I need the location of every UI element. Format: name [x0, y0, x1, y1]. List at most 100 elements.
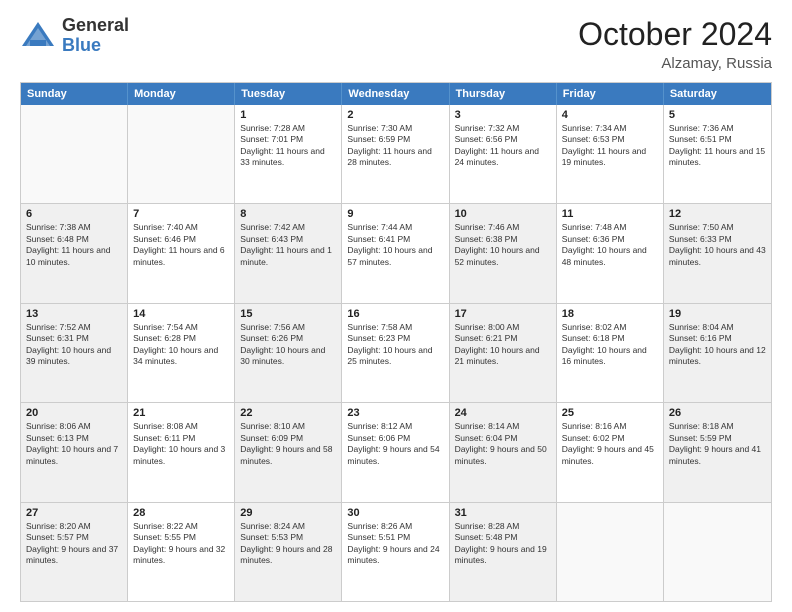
calendar-cell-19: 19 Sunrise: 8:04 AM Sunset: 6:16 PM Dayli…	[664, 304, 771, 402]
day-detail: Sunrise: 8:28 AM Sunset: 5:48 PM Dayligh…	[455, 521, 551, 567]
day-number: 7	[133, 208, 229, 220]
day-detail: Sunrise: 7:54 AM Sunset: 6:28 PM Dayligh…	[133, 322, 229, 368]
calendar-cell-23: 23 Sunrise: 8:12 AM Sunset: 6:06 PM Dayli…	[342, 403, 449, 501]
day-number: 22	[240, 407, 336, 419]
calendar-cell-27: 27 Sunrise: 8:20 AM Sunset: 5:57 PM Dayli…	[21, 503, 128, 601]
day-number: 14	[133, 308, 229, 320]
calendar-cell-4: 4 Sunrise: 7:34 AM Sunset: 6:53 PM Daylig…	[557, 105, 664, 203]
day-detail: Sunrise: 8:24 AM Sunset: 5:53 PM Dayligh…	[240, 521, 336, 567]
day-detail: Sunrise: 8:06 AM Sunset: 6:13 PM Dayligh…	[26, 421, 122, 467]
day-number: 2	[347, 109, 443, 121]
day-number: 17	[455, 308, 551, 320]
calendar-cell-15: 15 Sunrise: 7:56 AM Sunset: 6:26 PM Dayli…	[235, 304, 342, 402]
day-number: 29	[240, 507, 336, 519]
calendar-cell-11: 11Sunrise: 7:48 AM Sunset: 6:36 PM Dayli…	[557, 204, 664, 302]
header-day-tuesday: Tuesday	[235, 83, 342, 105]
calendar-cell-6: 6 Sunrise: 7:38 AM Sunset: 6:48 PM Daylig…	[21, 204, 128, 302]
calendar-cell-29: 29 Sunrise: 8:24 AM Sunset: 5:53 PM Dayli…	[235, 503, 342, 601]
day-detail: Sunrise: 7:30 AM Sunset: 6:59 PM Dayligh…	[347, 123, 443, 169]
calendar-cell-2: 2 Sunrise: 7:30 AM Sunset: 6:59 PM Daylig…	[342, 105, 449, 203]
day-number: 9	[347, 208, 443, 220]
header: General Blue October 2024 Alzamay, Russi…	[20, 16, 772, 72]
calendar-cell-9: 9 Sunrise: 7:44 AM Sunset: 6:41 PM Daylig…	[342, 204, 449, 302]
day-number: 24	[455, 407, 551, 419]
day-number: 10	[455, 208, 551, 220]
header-day-wednesday: Wednesday	[342, 83, 449, 105]
calendar-cell-21: 21 Sunrise: 8:08 AM Sunset: 6:11 PM Dayli…	[128, 403, 235, 501]
header-day-sunday: Sunday	[21, 83, 128, 105]
header-day-saturday: Saturday	[664, 83, 771, 105]
day-detail: Sunrise: 7:42 AM Sunset: 6:43 PM Dayligh…	[240, 222, 336, 268]
day-detail: Sunrise: 8:12 AM Sunset: 6:06 PM Dayligh…	[347, 421, 443, 467]
day-number: 20	[26, 407, 122, 419]
calendar-header: SundayMondayTuesdayWednesdayThursdayFrid…	[21, 83, 771, 105]
calendar-body: 1 Sunrise: 7:28 AM Sunset: 7:01 PM Daylig…	[21, 105, 771, 601]
calendar-cell-25: 25Sunrise: 8:16 AM Sunset: 6:02 PM Dayli…	[557, 403, 664, 501]
calendar-cell-14: 14 Sunrise: 7:54 AM Sunset: 6:28 PM Dayli…	[128, 304, 235, 402]
day-detail: Sunrise: 7:32 AM Sunset: 6:56 PM Dayligh…	[455, 123, 551, 169]
location: Alzamay, Russia	[578, 55, 772, 72]
calendar-cell-18: 18 Sunrise: 8:02 AM Sunset: 6:18 PM Dayli…	[557, 304, 664, 402]
calendar-cell-8: 8Sunrise: 7:42 AM Sunset: 6:43 PM Daylig…	[235, 204, 342, 302]
logo-text: General Blue	[62, 16, 129, 56]
day-number: 15	[240, 308, 336, 320]
calendar-cell-5: 5Sunrise: 7:36 AM Sunset: 6:51 PM Daylig…	[664, 105, 771, 203]
day-detail: Sunrise: 8:14 AM Sunset: 6:04 PM Dayligh…	[455, 421, 551, 467]
calendar-week-2: 6 Sunrise: 7:38 AM Sunset: 6:48 PM Daylig…	[21, 203, 771, 302]
day-number: 23	[347, 407, 443, 419]
day-detail: Sunrise: 7:44 AM Sunset: 6:41 PM Dayligh…	[347, 222, 443, 268]
calendar-cell-22: 22Sunrise: 8:10 AM Sunset: 6:09 PM Dayli…	[235, 403, 342, 501]
calendar-cell-17: 17 Sunrise: 8:00 AM Sunset: 6:21 PM Dayli…	[450, 304, 557, 402]
month-title: October 2024	[578, 16, 772, 53]
calendar-cell-7: 7 Sunrise: 7:40 AM Sunset: 6:46 PM Daylig…	[128, 204, 235, 302]
day-number: 27	[26, 507, 122, 519]
day-detail: Sunrise: 7:38 AM Sunset: 6:48 PM Dayligh…	[26, 222, 122, 268]
day-detail: Sunrise: 7:28 AM Sunset: 7:01 PM Dayligh…	[240, 123, 336, 169]
calendar-week-4: 20 Sunrise: 8:06 AM Sunset: 6:13 PM Dayli…	[21, 402, 771, 501]
calendar-cell-16: 16Sunrise: 7:58 AM Sunset: 6:23 PM Dayli…	[342, 304, 449, 402]
calendar-cell-30: 30 Sunrise: 8:26 AM Sunset: 5:51 PM Dayli…	[342, 503, 449, 601]
calendar-cell-12: 12 Sunrise: 7:50 AM Sunset: 6:33 PM Dayli…	[664, 204, 771, 302]
logo-blue-text: Blue	[62, 36, 129, 56]
day-detail: Sunrise: 7:50 AM Sunset: 6:33 PM Dayligh…	[669, 222, 766, 268]
day-number: 12	[669, 208, 766, 220]
calendar-cell-10: 10Sunrise: 7:46 AM Sunset: 6:38 PM Dayli…	[450, 204, 557, 302]
page: General Blue October 2024 Alzamay, Russi…	[0, 0, 792, 612]
day-number: 21	[133, 407, 229, 419]
calendar-cell-28: 28Sunrise: 8:22 AM Sunset: 5:55 PM Dayli…	[128, 503, 235, 601]
header-day-monday: Monday	[128, 83, 235, 105]
day-detail: Sunrise: 8:26 AM Sunset: 5:51 PM Dayligh…	[347, 521, 443, 567]
header-day-thursday: Thursday	[450, 83, 557, 105]
day-detail: Sunrise: 8:02 AM Sunset: 6:18 PM Dayligh…	[562, 322, 658, 368]
calendar-cell-24: 24 Sunrise: 8:14 AM Sunset: 6:04 PM Dayli…	[450, 403, 557, 501]
calendar-week-3: 13Sunrise: 7:52 AM Sunset: 6:31 PM Dayli…	[21, 303, 771, 402]
day-detail: Sunrise: 7:34 AM Sunset: 6:53 PM Dayligh…	[562, 123, 658, 169]
calendar-cell-26: 26 Sunrise: 8:18 AM Sunset: 5:59 PM Dayli…	[664, 403, 771, 501]
day-number: 28	[133, 507, 229, 519]
day-number: 3	[455, 109, 551, 121]
header-day-friday: Friday	[557, 83, 664, 105]
day-detail: Sunrise: 8:08 AM Sunset: 6:11 PM Dayligh…	[133, 421, 229, 467]
day-number: 31	[455, 507, 551, 519]
calendar-cell-20: 20 Sunrise: 8:06 AM Sunset: 6:13 PM Dayli…	[21, 403, 128, 501]
day-number: 4	[562, 109, 658, 121]
day-detail: Sunrise: 8:18 AM Sunset: 5:59 PM Dayligh…	[669, 421, 766, 467]
day-detail: Sunrise: 7:40 AM Sunset: 6:46 PM Dayligh…	[133, 222, 229, 268]
day-detail: Sunrise: 8:00 AM Sunset: 6:21 PM Dayligh…	[455, 322, 551, 368]
day-number: 1	[240, 109, 336, 121]
day-detail: Sunrise: 7:36 AM Sunset: 6:51 PM Dayligh…	[669, 123, 766, 169]
day-detail: Sunrise: 8:04 AM Sunset: 6:16 PM Dayligh…	[669, 322, 766, 368]
calendar-cell-empty	[664, 503, 771, 601]
day-number: 25	[562, 407, 658, 419]
calendar-cell-13: 13Sunrise: 7:52 AM Sunset: 6:31 PM Dayli…	[21, 304, 128, 402]
day-number: 26	[669, 407, 766, 419]
day-detail: Sunrise: 8:20 AM Sunset: 5:57 PM Dayligh…	[26, 521, 122, 567]
day-number: 6	[26, 208, 122, 220]
calendar-cell-empty	[557, 503, 664, 601]
day-number: 19	[669, 308, 766, 320]
day-number: 18	[562, 308, 658, 320]
day-detail: Sunrise: 7:56 AM Sunset: 6:26 PM Dayligh…	[240, 322, 336, 368]
day-number: 30	[347, 507, 443, 519]
calendar-cell-empty	[21, 105, 128, 203]
logo-general: General	[62, 16, 129, 36]
